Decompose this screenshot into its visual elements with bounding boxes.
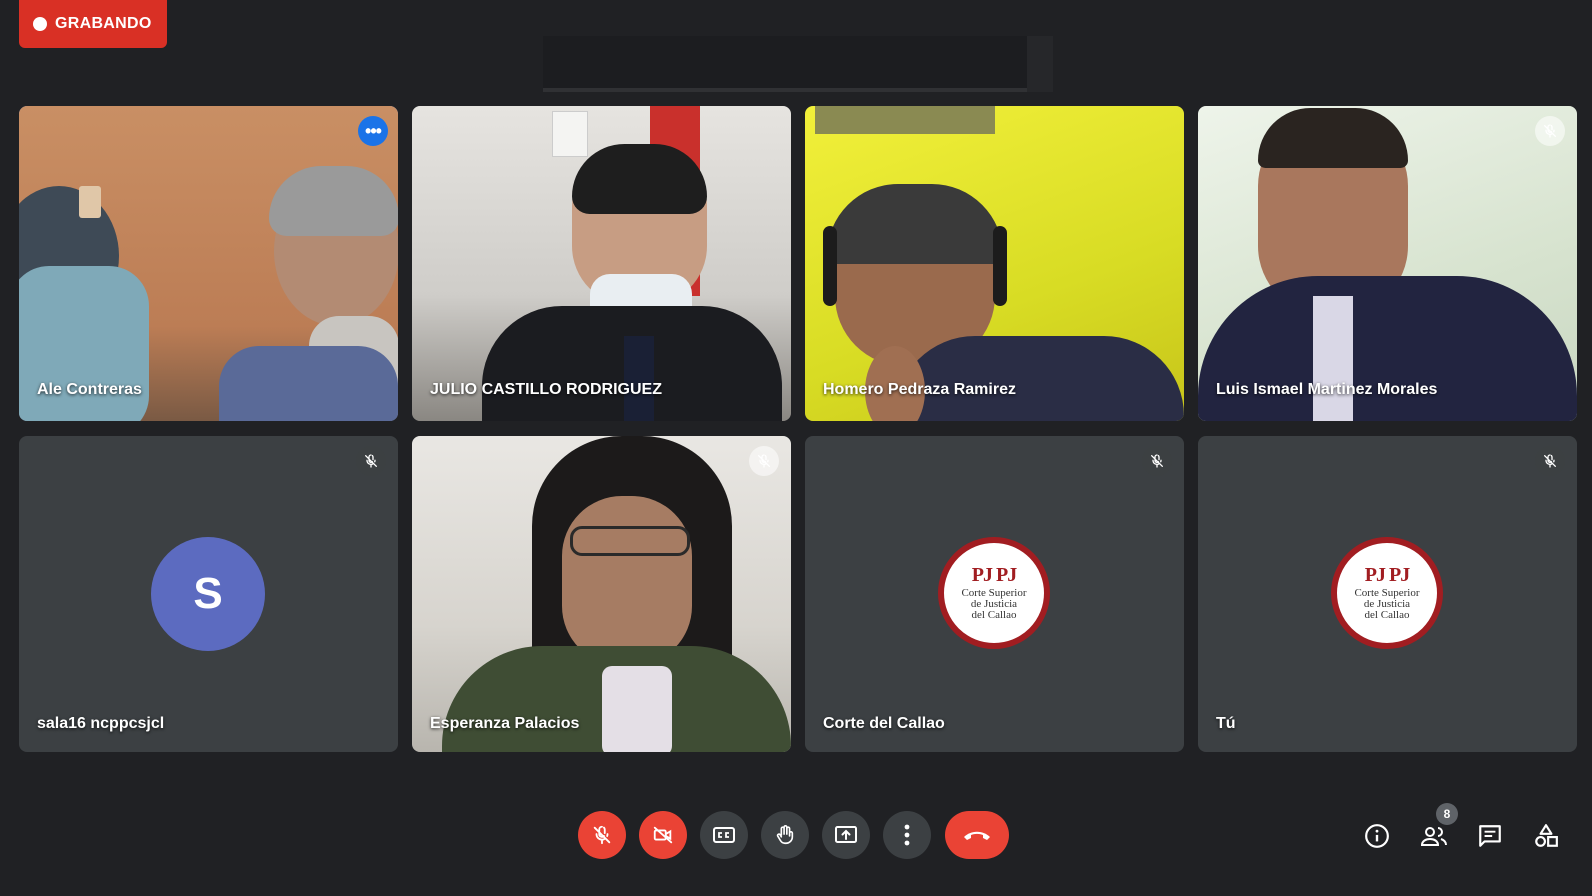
toggle-microphone-button[interactable] [578, 811, 626, 859]
avatar: S [151, 537, 265, 651]
muted-indicator [356, 446, 386, 476]
toggle-camera-button[interactable] [639, 811, 687, 859]
seal-line: Corte Superior [1354, 586, 1420, 599]
muted-indicator [1535, 116, 1565, 146]
participant-tile-ale-contreras[interactable]: ••• Ale Contreras [19, 106, 398, 421]
mic-off-icon [1544, 124, 1556, 138]
participant-tile-self[interactable]: PJ PJ Corte Superior de Justicia del Cal… [1198, 436, 1577, 752]
seal-line: Corte Superior [961, 586, 1027, 599]
chat-icon [1479, 825, 1501, 847]
participant-tile-luis-martinez[interactable]: Luis Ismael Martinez Morales [1198, 106, 1577, 421]
end-call-button[interactable] [945, 811, 1009, 859]
participant-name: Homero Pedraza Ramirez [823, 381, 1016, 398]
video-feed [412, 106, 791, 421]
activities-icon [1535, 824, 1558, 847]
participant-name: Luis Ismael Martinez Morales [1216, 381, 1438, 398]
seal-line: de Justicia [970, 597, 1018, 610]
participant-tile-sala16[interactable]: S sala16 ncppcsjcl [19, 436, 398, 752]
seal-line: del Callao [1364, 608, 1410, 621]
people-icon [1420, 827, 1447, 846]
video-feed [805, 106, 1184, 421]
mic-off-icon [593, 825, 611, 845]
people-count-badge: 8 [1436, 803, 1458, 825]
end-call-icon [964, 831, 990, 840]
court-seal-logo: PJ PJ Corte Superior de Justicia del Cal… [938, 537, 1050, 649]
top-bar-placeholder [543, 36, 1053, 92]
muted-indicator [749, 446, 779, 476]
activities-button[interactable] [1530, 820, 1562, 852]
participant-name: sala16 ncppcsjcl [37, 715, 165, 732]
participant-name: Corte del Callao [823, 715, 945, 732]
call-controls-bar: 8 [0, 796, 1592, 896]
more-options-button[interactable] [883, 811, 931, 859]
participant-tile-homero-pedraza[interactable]: Homero Pedraza Ramirez [805, 106, 1184, 421]
raise-hand-icon [776, 825, 794, 845]
seal-line: de Justicia [1363, 597, 1411, 610]
court-seal-logo: PJ PJ Corte Superior de Justicia del Cal… [1331, 537, 1443, 649]
chat-button[interactable] [1474, 820, 1506, 852]
participant-tile-esperanza-palacios[interactable]: Esperanza Palacios [412, 436, 791, 752]
video-feed [1198, 106, 1577, 421]
participant-tile-corte-del-callao[interactable]: PJ PJ Corte Superior de Justicia del Cal… [805, 436, 1184, 752]
participant-name: JULIO CASTILLO RODRIGUEZ [430, 381, 662, 398]
muted-indicator [1142, 446, 1172, 476]
participant-name: Ale Contreras [37, 381, 142, 398]
mic-off-icon [758, 454, 770, 468]
raise-hand-button[interactable] [761, 811, 809, 859]
video-feed [19, 106, 398, 421]
captions-icon [713, 827, 735, 843]
seal-line: del Callao [971, 608, 1017, 621]
participant-name: Esperanza Palacios [430, 715, 580, 732]
seal-mark: PJ PJ [1364, 563, 1410, 586]
participant-name: Tú [1216, 715, 1236, 732]
mic-off-icon [1544, 454, 1556, 468]
mic-off-icon [365, 454, 377, 468]
recording-dot-icon [33, 17, 47, 31]
info-icon [1365, 824, 1389, 848]
participant-tile-julio-castillo[interactable]: JULIO CASTILLO RODRIGUEZ [412, 106, 791, 421]
recording-label: GRABANDO [55, 15, 152, 32]
present-screen-button[interactable] [822, 811, 870, 859]
video-feed [412, 436, 791, 752]
camera-off-icon [653, 826, 673, 844]
mic-off-icon [1151, 454, 1163, 468]
more-options-icon [904, 824, 910, 846]
more-options-tile-button[interactable]: ••• [358, 116, 388, 146]
meeting-details-button[interactable] [1361, 820, 1393, 852]
captions-button[interactable] [700, 811, 748, 859]
present-icon [835, 826, 857, 843]
seal-mark: PJ PJ [971, 563, 1017, 586]
recording-indicator: GRABANDO [19, 0, 167, 48]
muted-indicator [1535, 446, 1565, 476]
